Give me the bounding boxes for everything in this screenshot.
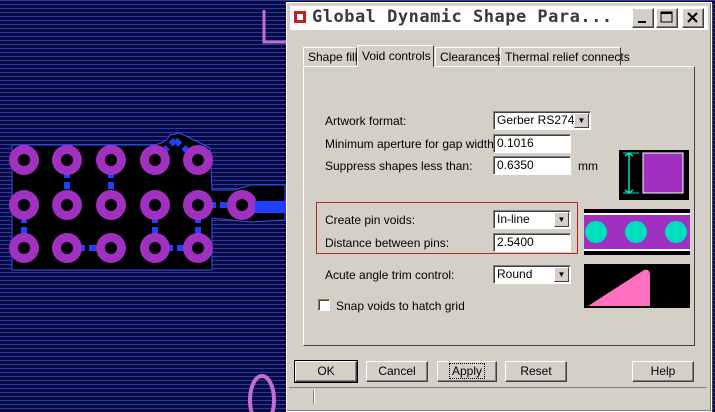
- artwork-format-value: Gerber RS274X: [497, 113, 583, 127]
- suppress-shapes-label: Suppress shapes less than:: [325, 159, 473, 173]
- pad-hole: [149, 154, 161, 166]
- acute-angle-trim-label: Acute angle trim control:: [325, 268, 455, 282]
- pin-voids-preview: [584, 209, 690, 255]
- status-bar: [289, 387, 707, 406]
- pad-hole: [18, 199, 30, 211]
- pad-hole: [105, 199, 117, 211]
- distance-between-pins-value: 2.5400: [497, 235, 534, 249]
- reset-button[interactable]: Reset: [505, 361, 567, 382]
- create-pin-voids-select[interactable]: In-line ▼: [493, 210, 571, 229]
- tab-clearances[interactable]: Clearances: [435, 47, 501, 65]
- apply-button[interactable]: Apply: [437, 361, 497, 382]
- acute-angle-trim-value: Round: [497, 267, 533, 281]
- pad-hole: [18, 242, 30, 254]
- tab-thermal-relief[interactable]: Thermal relief connects: [500, 47, 630, 65]
- status-separator: [313, 390, 314, 404]
- dropdown-arrow-icon: ▼: [574, 113, 589, 128]
- min-aperture-label: Minimum aperture for gap width:: [325, 137, 498, 151]
- app-icon: [294, 11, 306, 23]
- button-label: Reset: [520, 364, 552, 378]
- artwork-format-label: Artwork format:: [325, 114, 407, 128]
- minimize-icon: [638, 21, 646, 23]
- unit-label: mm: [578, 159, 598, 173]
- pad-hole: [105, 154, 117, 166]
- tab-label: Void controls: [362, 49, 431, 63]
- suppress-shapes-input[interactable]: 0.6350: [493, 156, 571, 175]
- min-aperture-input[interactable]: 0.1016: [493, 134, 571, 153]
- pad-hole: [18, 154, 30, 166]
- title-bar[interactable]: Global Dynamic Shape Para...: [290, 6, 708, 30]
- create-pin-voids-value: In-line: [497, 212, 530, 226]
- pad-hole: [61, 199, 73, 211]
- tab-void-controls[interactable]: Void controls: [357, 45, 434, 67]
- distance-between-pins-input[interactable]: 2.5400: [493, 233, 571, 252]
- acute-angle-trim-select[interactable]: Round ▼: [493, 265, 571, 284]
- button-label: Help: [650, 364, 676, 378]
- min-aperture-value: 0.1016: [497, 136, 534, 150]
- close-icon: [687, 12, 698, 23]
- maximize-icon: [660, 11, 673, 23]
- pad-hole: [149, 242, 161, 254]
- button-label: Cancel: [378, 364, 416, 378]
- trace-right: [255, 201, 287, 213]
- tab-label: Shape fill: [308, 50, 358, 64]
- maximize-button[interactable]: [656, 8, 678, 28]
- snap-voids-checkbox[interactable]: [318, 299, 330, 311]
- tab-label: Clearances: [440, 50, 501, 64]
- pad-hole: [61, 154, 73, 166]
- button-label: Apply: [448, 363, 486, 379]
- window-title: Global Dynamic Shape Para...: [312, 7, 613, 27]
- pad-hole: [192, 154, 204, 166]
- pad-hole: [105, 242, 117, 254]
- artwork-format-select[interactable]: Gerber RS274X ▼: [493, 111, 591, 130]
- pad-hole: [61, 242, 73, 254]
- button-label: OK: [317, 364, 335, 378]
- suppress-shapes-value: 0.6350: [497, 158, 534, 172]
- snap-voids-label: Snap voids to hatch grid: [336, 299, 465, 313]
- minimize-button[interactable]: [632, 8, 654, 28]
- help-button[interactable]: Help: [632, 361, 694, 382]
- pad-hole: [236, 199, 248, 211]
- tab-shape-fill[interactable]: Shape fill: [303, 47, 357, 65]
- cancel-button[interactable]: Cancel: [366, 361, 428, 382]
- close-button[interactable]: [682, 8, 704, 28]
- pad-hole: [192, 199, 204, 211]
- acute-trim-preview: [584, 264, 690, 308]
- dropdown-arrow-icon: ▼: [554, 212, 569, 227]
- suppress-preview: [619, 150, 689, 200]
- create-pin-voids-label: Create pin voids:: [325, 213, 416, 227]
- tab-label: Thermal relief connects: [505, 50, 630, 64]
- pad-hole: [192, 242, 204, 254]
- dropdown-arrow-icon: ▼: [554, 267, 569, 282]
- pad-hole: [149, 199, 161, 211]
- ok-button[interactable]: OK: [294, 360, 358, 383]
- distance-between-pins-label: Distance between pins:: [325, 236, 450, 250]
